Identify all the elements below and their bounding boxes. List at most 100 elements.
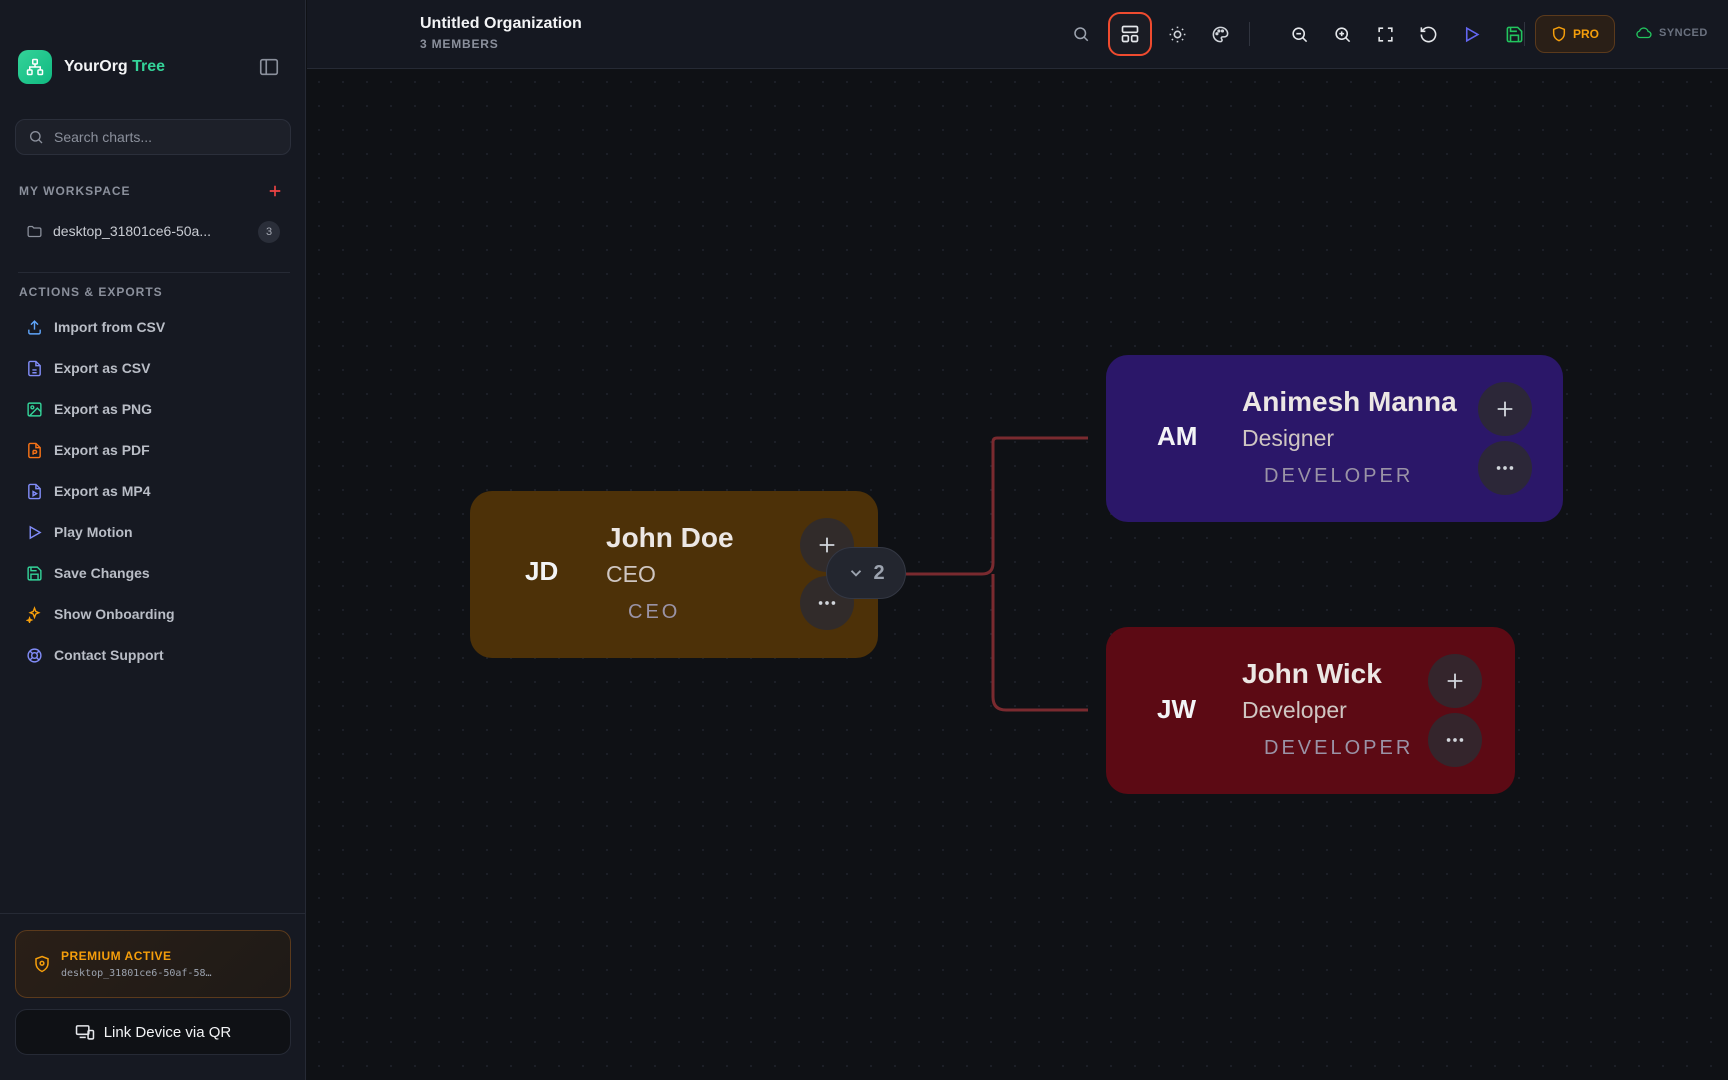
more-horizontal-icon	[1496, 466, 1514, 470]
pro-button[interactable]: PRO	[1535, 15, 1615, 53]
brand[interactable]: YourOrg Tree	[18, 50, 165, 84]
node-role: CEO	[606, 561, 656, 587]
node-name: John Wick	[1242, 658, 1382, 689]
link-device-button[interactable]: Link Device via QR	[15, 1009, 291, 1055]
action-label: Contact Support	[54, 647, 164, 663]
action-label: Export as PDF	[54, 442, 150, 458]
add-child-button[interactable]	[1478, 382, 1532, 436]
sync-label: SYNCED	[1659, 27, 1708, 39]
csv-file-icon	[28, 360, 41, 376]
toolbar-separator	[1249, 22, 1250, 46]
search-icon	[1074, 27, 1089, 42]
play-motion-button[interactable]	[1451, 14, 1491, 54]
action-export-pdf[interactable]: Export as PDF	[26, 438, 150, 462]
add-child-button[interactable]	[1428, 654, 1482, 708]
lifebuoy-icon	[27, 647, 42, 663]
fullscreen-icon	[1377, 26, 1393, 42]
children-count: 2	[873, 561, 885, 584]
action-contact-support[interactable]: Contact Support	[26, 643, 164, 667]
workspace-count-badge: 3	[258, 221, 280, 243]
action-export-png[interactable]: Export as PNG	[26, 397, 152, 421]
search-charts[interactable]	[15, 119, 291, 155]
play-icon	[1465, 26, 1479, 42]
shield-icon	[1552, 26, 1566, 42]
zoom-in-button[interactable]	[1322, 14, 1362, 54]
sidebar-toggle-icon[interactable]	[258, 56, 280, 78]
action-label: Export as CSV	[54, 360, 151, 376]
action-export-csv[interactable]: Export as CSV	[26, 356, 150, 380]
save-button[interactable]	[1494, 14, 1534, 54]
node-name: Animesh Manna	[1242, 386, 1457, 417]
node-initials: JW	[1157, 694, 1196, 724]
zoom-out-button[interactable]	[1279, 14, 1319, 54]
cloud-icon	[1636, 27, 1652, 39]
upload-icon	[28, 319, 41, 335]
toolbar-separator	[1524, 22, 1525, 46]
search-icon	[30, 131, 43, 144]
plus-icon	[1447, 673, 1463, 689]
actions-section-title: ACTIONS & EXPORTS	[19, 285, 163, 299]
node-initials: AM	[1157, 421, 1198, 451]
layout-button[interactable]	[1108, 12, 1152, 56]
fit-screen-button[interactable]	[1365, 14, 1405, 54]
member-count: 3 MEMBERS	[420, 37, 499, 51]
workspace-item[interactable]: desktop_31801ce6-50a... 3	[26, 218, 282, 244]
node-role: Designer	[1242, 425, 1335, 451]
rotate-ccw-icon	[1420, 26, 1436, 42]
action-label: Save Changes	[54, 565, 150, 581]
chevron-down-icon	[851, 570, 862, 577]
node-department: CEO	[628, 601, 681, 623]
org-node-john-doe[interactable]: JD John Doe CEO CEO	[470, 491, 878, 658]
sidebar-bottom-divider	[0, 913, 306, 914]
action-save-changes[interactable]: Save Changes	[26, 561, 150, 585]
premium-subtitle: desktop_31801ce6-50af-58…	[61, 968, 212, 979]
action-show-onboarding[interactable]: Show Onboarding	[26, 602, 175, 626]
org-tree-logo-icon	[18, 50, 52, 84]
action-label: Export as MP4	[54, 483, 151, 499]
reset-button[interactable]	[1408, 14, 1448, 54]
workspace-item-label: desktop_31801ce6-50a...	[53, 223, 212, 239]
brand-name: YourOrg Tree	[64, 58, 166, 75]
top-toolbar: Untitled Organization 3 MEMBERS PRO SYNC…	[307, 0, 1728, 69]
sidebar-divider	[18, 272, 290, 273]
shield-icon	[33, 955, 51, 978]
org-chart-canvas[interactable]: JD John Doe CEO CEO 2 AM Animesh Manna D…	[307, 70, 1728, 1080]
link-device-label: Link Device via QR	[103, 1023, 232, 1041]
sparkles-icon	[26, 605, 41, 623]
image-file-icon	[27, 401, 42, 417]
action-label: Import from CSV	[54, 319, 166, 335]
more-horizontal-icon	[1446, 738, 1464, 742]
save-icon	[27, 565, 42, 581]
workspace-section-title: MY WORKSPACE	[19, 184, 131, 198]
layout-icon	[1121, 25, 1139, 43]
more-horizontal-icon	[818, 601, 836, 605]
node-department: DEVELOPER	[1264, 465, 1414, 487]
pdf-file-icon	[28, 442, 41, 458]
theme-toggle-button[interactable]	[1157, 14, 1197, 54]
node-menu-button[interactable]	[1428, 713, 1482, 767]
collapse-children-button[interactable]: 2	[826, 547, 906, 599]
action-import-csv[interactable]: Import from CSV	[26, 315, 165, 339]
sync-status: SYNCED	[1635, 24, 1708, 42]
play-icon	[29, 525, 42, 539]
palette-button[interactable]	[1200, 14, 1240, 54]
folder-icon	[27, 225, 42, 237]
zoom-out-icon	[1291, 26, 1307, 42]
node-menu-button[interactable]	[1478, 441, 1532, 495]
brand-accent: Tree	[132, 58, 166, 75]
zoom-in-icon	[1334, 26, 1350, 42]
node-initials: JD	[525, 556, 559, 586]
save-icon	[1506, 26, 1522, 42]
node-department: DEVELOPER	[1264, 737, 1414, 759]
action-play-motion[interactable]: Play Motion	[26, 520, 133, 544]
page-title[interactable]: Untitled Organization	[420, 15, 582, 33]
action-label: Export as PNG	[54, 401, 153, 417]
search-input[interactable]	[54, 129, 274, 145]
action-export-mp4[interactable]: Export as MP4	[26, 479, 150, 503]
org-node-john-wick[interactable]: JW John Wick Developer DEVELOPER	[1106, 627, 1515, 794]
org-node-animesh-manna[interactable]: AM Animesh Manna Designer DEVELOPER	[1106, 355, 1563, 522]
add-workspace-icon[interactable]	[266, 182, 284, 200]
search-button[interactable]	[1061, 14, 1101, 54]
premium-status-card[interactable]: PREMIUM ACTIVE desktop_31801ce6-50af-58…	[15, 930, 291, 998]
plus-icon	[1497, 401, 1513, 417]
